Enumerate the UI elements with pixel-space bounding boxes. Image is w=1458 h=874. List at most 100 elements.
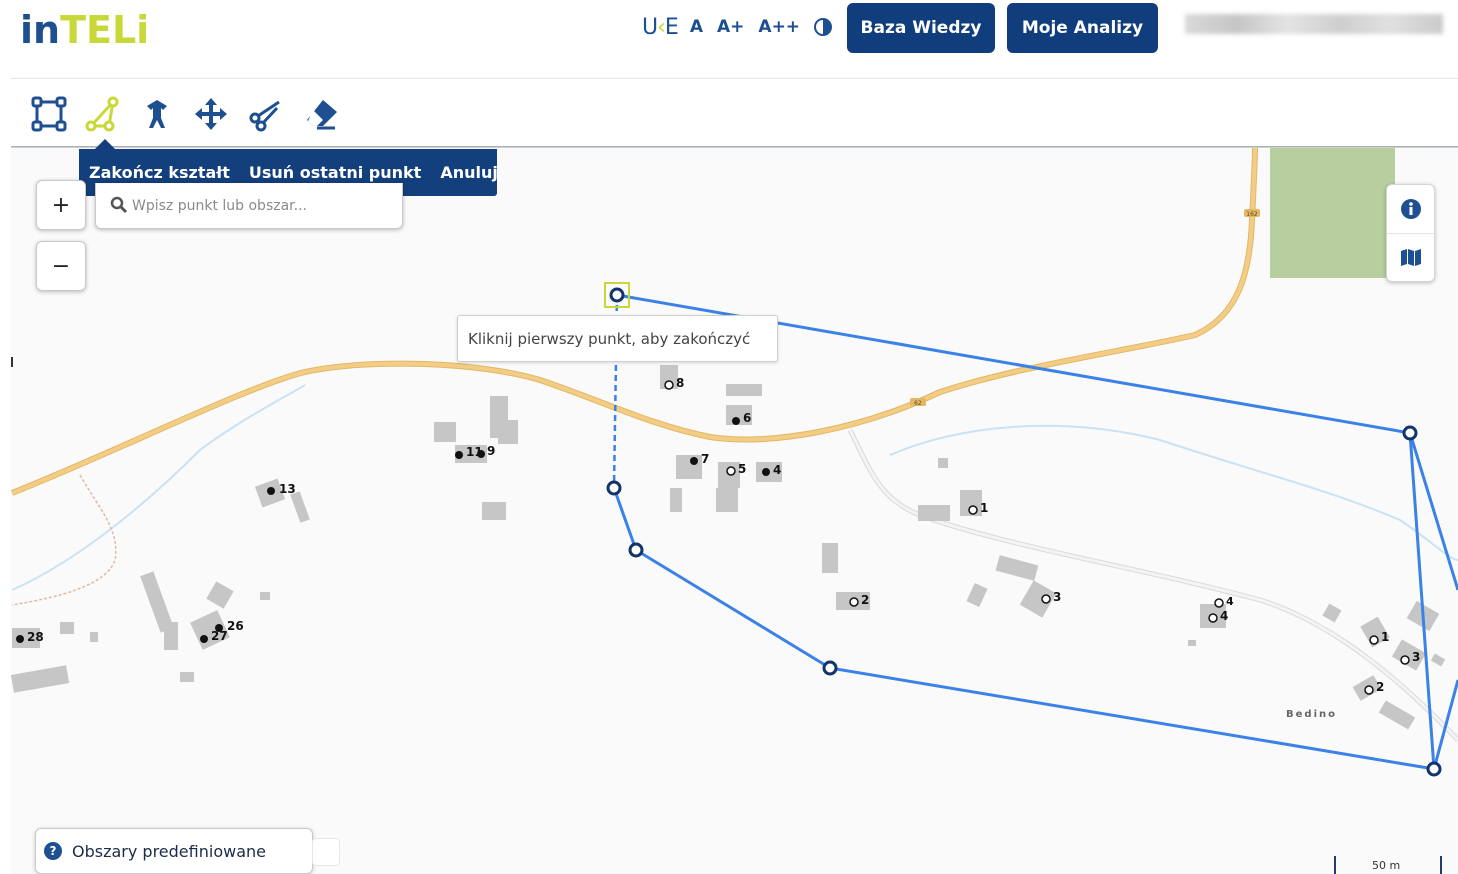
move-icon[interactable] [189, 92, 233, 136]
polygon-vertex[interactable] [1426, 761, 1442, 777]
address-marker[interactable] [477, 450, 485, 458]
my-analyses-button[interactable]: Moje Analizy [1007, 3, 1158, 53]
address-label: 1 [980, 501, 988, 515]
header-divider [11, 78, 1458, 79]
address-marker[interactable] [732, 417, 740, 425]
app-logo[interactable]: inTELi [20, 8, 149, 52]
uke-k: ‹ [657, 14, 666, 40]
user-name-blurred[interactable] [1185, 14, 1443, 34]
predefined-areas-control[interactable]: ? Obszary predefiniowane [35, 828, 340, 874]
polygon-vertex[interactable] [628, 542, 644, 558]
address-marker[interactable] [968, 505, 978, 515]
uke-logo[interactable]: U‹E [642, 14, 679, 40]
drawing-toolbar [11, 80, 1458, 148]
address-label: 2 [861, 593, 869, 607]
building [482, 502, 506, 520]
address-marker[interactable] [1364, 685, 1374, 695]
building [726, 384, 762, 396]
search-icon [110, 196, 128, 214]
road-label-62: 62 [914, 400, 922, 407]
font-size-normal-button[interactable]: A [690, 17, 703, 37]
address-marker[interactable] [726, 466, 736, 476]
cancel-drawing-button[interactable]: Anuluj [440, 163, 498, 182]
building [676, 455, 702, 479]
polygon-vertex[interactable] [822, 660, 838, 676]
font-size-large-button[interactable]: A+ [717, 17, 744, 37]
address-label: 8 [676, 376, 684, 390]
address-marker[interactable] [16, 635, 24, 643]
zoom-out-button[interactable]: − [36, 241, 86, 291]
scale-bar: 50 m [1334, 856, 1442, 874]
font-size-xlarge-button[interactable]: A++ [758, 17, 800, 37]
building [180, 672, 194, 682]
address-label: 7 [701, 452, 709, 466]
logo-in-text: in [20, 8, 61, 52]
scissors-icon[interactable] [243, 92, 287, 136]
polygon-vertex[interactable] [606, 480, 622, 496]
address-marker[interactable] [1041, 594, 1051, 604]
address-label: 1 [1381, 630, 1389, 644]
polygon-vertex[interactable] [609, 287, 625, 303]
building [60, 622, 74, 634]
pin-icon[interactable] [135, 92, 179, 136]
address-label: 4 [1226, 595, 1234, 608]
building [498, 420, 518, 444]
map-edge-mark [11, 357, 13, 367]
remove-last-point-button[interactable]: Usuń ostatni punkt [249, 163, 421, 182]
building [164, 622, 178, 650]
polygon-vertex[interactable] [1402, 425, 1418, 441]
address-marker[interactable] [664, 380, 674, 390]
address-marker[interactable] [455, 451, 463, 459]
map-layers-icon[interactable] [1399, 245, 1423, 269]
building [938, 458, 948, 468]
accessibility-controls: U‹E A A+ A++ [642, 12, 833, 42]
building [90, 632, 98, 642]
finish-hint-tooltip: Kliknij pierwszy punkt, aby zakończyć [457, 315, 778, 362]
address-marker[interactable] [849, 597, 859, 607]
info-icon[interactable] [1399, 197, 1423, 221]
scale-label: 50 m [1372, 859, 1401, 872]
address-marker[interactable] [1214, 598, 1224, 608]
building [918, 505, 950, 521]
park-area [1270, 148, 1395, 278]
knowledge-base-button[interactable]: Baza Wiedzy [847, 3, 995, 53]
finish-shape-button[interactable]: Zakończ kształt [89, 163, 230, 182]
address-label: 27 [211, 629, 228, 643]
address-label: 6 [743, 411, 751, 425]
building [1188, 640, 1196, 646]
logo-teli-text: TELi [60, 8, 150, 52]
address-marker[interactable] [1400, 655, 1410, 665]
building [716, 488, 738, 512]
building [670, 488, 682, 512]
help-icon[interactable]: ? [44, 842, 62, 860]
address-marker[interactable] [690, 457, 698, 465]
eraser-icon[interactable] [299, 92, 343, 136]
map-layer: 162 62 8 6 7 5 4 1 2 3 4 4 1 3 2 13 11 9… [11, 148, 1458, 874]
address-label: 5 [738, 462, 746, 476]
address-label: 9 [487, 444, 495, 458]
search-box [95, 183, 403, 229]
address-label: 28 [27, 630, 44, 644]
zoom-in-button[interactable]: + [36, 180, 86, 230]
address-label: 3 [1412, 650, 1420, 664]
app-header: inTELi U‹E A A+ A++ Baza Wiedzy Moje Ana… [0, 0, 1458, 80]
contrast-icon[interactable] [814, 18, 833, 36]
address-label: 4 [773, 463, 781, 477]
polygon-icon[interactable] [81, 92, 125, 136]
address-marker[interactable] [200, 635, 208, 643]
search-input[interactable] [132, 195, 392, 217]
address-marker[interactable] [762, 468, 770, 476]
place-label: Bedino [1286, 709, 1337, 720]
rectangle-icon[interactable] [27, 92, 71, 136]
map-canvas[interactable]: 162 62 8 6 7 5 4 1 2 3 4 4 1 3 2 13 11 9… [11, 148, 1458, 874]
predefined-areas-toggle[interactable] [312, 838, 340, 866]
address-marker[interactable] [267, 487, 275, 495]
address-marker[interactable] [1369, 635, 1379, 645]
drawbar-pointer [95, 139, 115, 149]
predefined-areas-label: Obszary predefiniowane [72, 841, 266, 861]
scale-tick-left [1334, 856, 1336, 874]
address-marker[interactable] [1208, 613, 1218, 623]
building [260, 592, 270, 600]
side-panel-divider [1387, 233, 1434, 234]
road-label-162: 162 [1246, 211, 1258, 218]
